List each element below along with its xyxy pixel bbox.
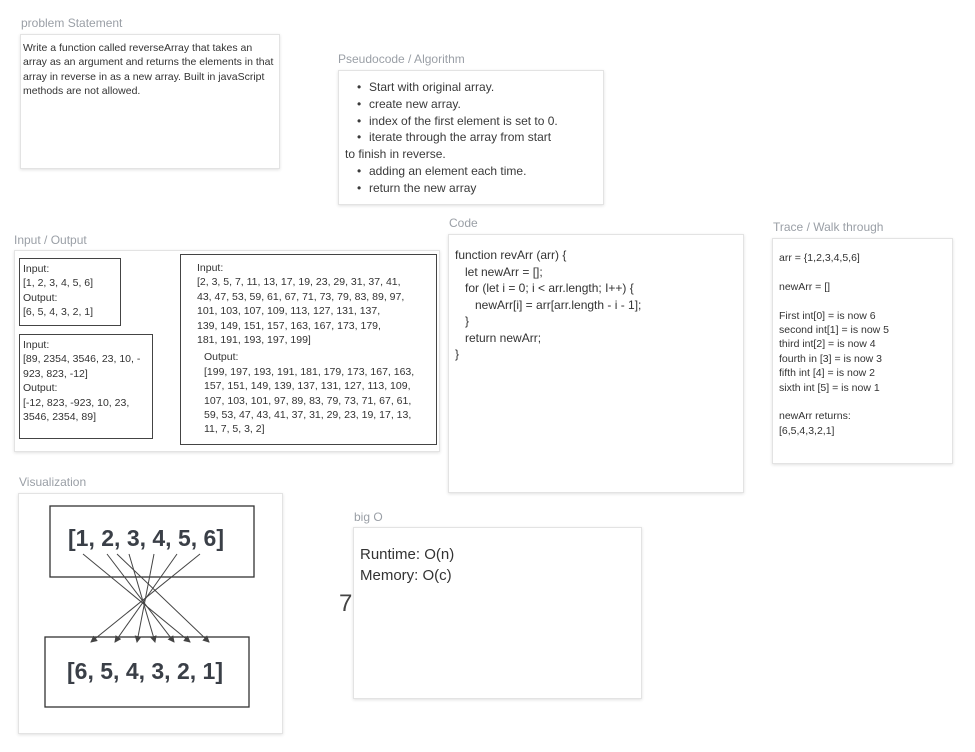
io-example-3-output: Output: [199, 197, 193, 191, 181, 179, 1… [204,351,415,436]
code-heading: Code [449,216,478,230]
io-example-1-text: Input: [1, 2, 3, 4, 5, 6] Output: [6, 5,… [23,263,94,319]
pseudocode-item-continuation: to finish in reverse. [345,147,446,162]
trace-line [779,265,946,279]
mapping-arrow [82,553,191,643]
pseudocode-card[interactable]: • Start with original array. • create new … [338,70,604,205]
io-example-3-input: Input: [2, 3, 5, 7, 11, 13, 17, 19, 23, … [197,262,405,347]
code-line: return newArr; [455,330,542,345]
pseudocode-item: • Start with original array. [357,80,495,94]
bottom-array-label: [6, 5, 4, 3, 2, 1] [67,658,223,684]
trace-card[interactable]: arr = {1,2,3,4,5,6] newArr = [] First in… [772,238,953,464]
pseudocode-list: • Start with original array. • create new … [345,79,591,197]
io-example-1: Input: [1, 2, 3, 4, 5, 6] Output: [6, 5,… [19,258,121,326]
memory-text: Memory: O(c) [360,567,452,584]
input-output-card[interactable]: Input: [1, 2, 3, 4, 5, 6] Output: [6, 5,… [14,250,440,452]
code-line: let newArr = []; [455,264,543,279]
code-line: function revArr (arr) { [455,248,567,262]
code-line: } [455,347,460,361]
trace-line [779,395,946,409]
problem-statement-heading: problem Statement [21,16,123,30]
trace-line: fifth int [4] = is now 2 [779,367,876,380]
visualization-card[interactable]: [1, 2, 3, 4, 5, 6] [6, 5, 4, 3, 2, 1] [18,493,283,734]
pseudocode-item: • adding an element each time. [357,163,527,178]
reverse-diagram: [1, 2, 3, 4, 5, 6] [6, 5, 4, 3, 2, 1] [44,505,255,708]
trace-line: second int[1] = is now 5 [779,324,890,336]
trace-line: arr = {1,2,3,4,5,6] [779,252,860,264]
top-array-label: [1, 2, 3, 4, 5, 6] [68,525,224,551]
visualization-heading: Visualization [19,475,87,489]
problem-statement-text: Write a function called reverseArray tha… [23,42,274,98]
pseudocode-item: • return the new array [357,180,477,195]
big-o-heading: big O [354,510,383,524]
pseudocode-item: • index of the first element is set to 0. [357,113,558,128]
code-card[interactable]: function revArr (arr) { let newArr = [];… [448,234,744,493]
runtime-text: Runtime: O(n) [360,546,455,563]
input-output-heading: Input / Output [14,233,87,247]
mapping-arrow [90,553,201,643]
trace-line: fourth in [3] = is now 3 [779,352,883,365]
io-example-3: Input: [2, 3, 5, 7, 11, 13, 17, 19, 23, … [180,254,437,445]
pseudocode-heading: Pseudocode / Algorithm [338,52,465,66]
code-line: for (let i = 0; i < arr.length; I++) { [455,281,634,295]
trace-line: third int[2] = is now 4 [779,338,876,351]
big-o-card[interactable]: Runtime: O(n) Memory: O(c) [353,527,642,699]
trace-line: sixth int [5] = is now 1 [779,381,880,394]
trace-line: newArr returns: [779,410,851,423]
mapping-arrow [116,553,210,643]
mapping-arrow [106,553,175,643]
code-line: newArr[i] = arr[arr.length - i - 1]; [455,297,642,312]
pseudocode-item: • iterate through the array from start [357,130,552,145]
io-example-2: Input: [89, 2354, 3546, 23, 10, - 923, 8… [19,334,153,439]
trace-line: First int[0] = is now 6 [779,309,876,322]
mapping-arrows [82,553,210,643]
trace-line: newArr = [] [779,280,831,293]
trace-heading: Trace / Walk through [773,220,884,234]
trace-line [779,294,946,308]
code-line: } [455,314,470,328]
stray-character: 7 [339,590,353,617]
pseudocode-item: • create new array. [357,96,461,111]
io-example-2-text: Input: [89, 2354, 3546, 23, 10, - 923, 8… [23,339,141,424]
problem-statement-card[interactable]: Write a function called reverseArray tha… [20,34,280,169]
trace-line: [6,5,4,3,2,1] [779,424,835,437]
